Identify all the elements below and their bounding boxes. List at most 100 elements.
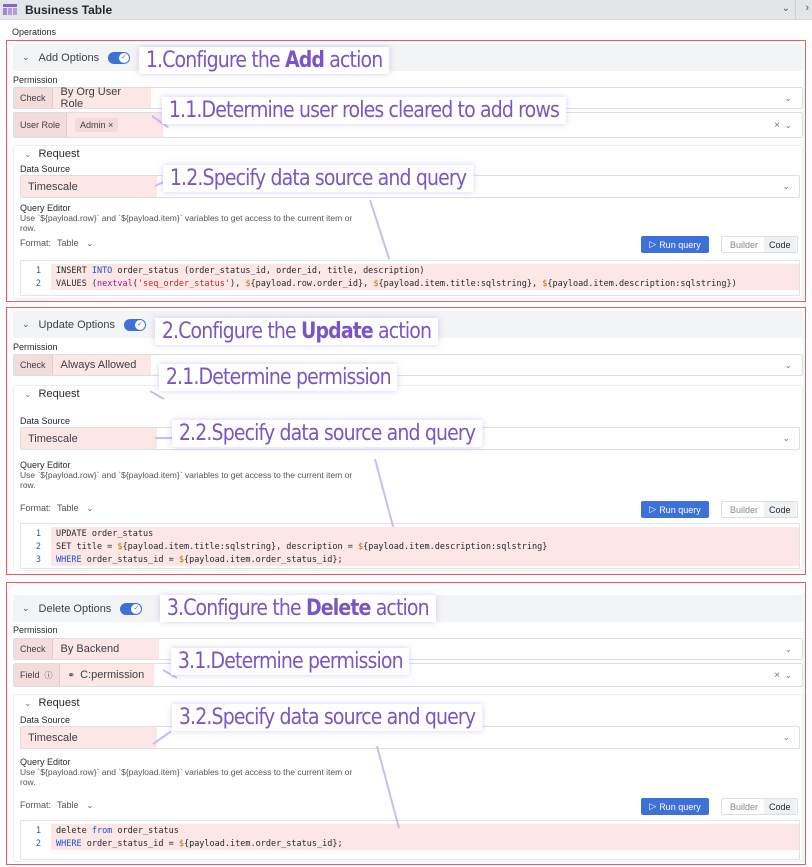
query-editor-title: Query Editor [20,203,71,213]
data-source-value: Timescale [21,428,157,449]
chevron-down-icon[interactable]: ⌄ [784,360,792,371]
callout-text: action [324,48,383,73]
check-value: Always Allowed [52,355,151,375]
chevron-right-icon[interactable]: › [805,2,809,14]
run-query-label: Run query [659,504,701,515]
query-editor-title: Query Editor [20,757,71,767]
code-text: WHERE order_status_id = $ {payload.item.o… [51,837,799,850]
data-source-value: Timescale [21,727,157,748]
code-mode-button[interactable]: Code [764,799,796,814]
window-titlebar: Business Table ⌄ › [0,0,812,20]
line-number: 1 [35,825,41,836]
request-header[interactable]: ⌄ Request [24,388,80,400]
check-label: Check [14,355,53,375]
callout-text: 1.Configure the [145,48,285,73]
add-options-header[interactable]: ⌄ Add Options ✓ [13,44,803,71]
clear-icon[interactable]: × [774,670,780,681]
request-header[interactable]: ⌄ Request [24,697,80,709]
code-line: 1 delete from order_status [21,824,799,837]
code-editor[interactable]: 1 UPDATE order_status 2 SET title = $ {payl… [20,523,800,569]
chevron-down-icon[interactable]: ⌄ [22,603,30,614]
chevron-down-icon[interactable]: ⌄ [784,93,792,104]
request-label: Request [38,148,80,160]
line-number: 1 [35,265,41,276]
format-value: Table [57,238,79,248]
code-text: INSERT INTO order_status (order_status_i… [51,264,799,277]
window-title: Business Table [25,2,113,17]
chevron-down-icon: ⌄ [24,149,32,159]
chevron-down-icon[interactable]: ⌄ [782,181,790,192]
chevron-down-icon[interactable]: ⌄ [784,120,792,131]
delete-enabled-toggle[interactable]: ✓ [120,602,143,615]
code-editor[interactable]: 1 delete from order_status 2 WHERE order_s… [20,820,800,860]
editor-mode-toggle[interactable]: Builder Code [721,501,798,518]
data-source-value: Timescale [21,176,157,197]
user-role-label: User Role [14,113,68,137]
run-query-button[interactable]: ▷ Run query [641,501,709,518]
code-text: VALUES (nextval('seq_order_status'), $ {p… [51,277,799,290]
query-editor-description: Use `${payload.row}` and `${payload.item… [20,767,353,787]
check-value: By Backend [52,639,159,659]
field-value-text: C:permission [80,669,145,681]
permission-label: Permission [13,75,58,85]
chevron-down-icon[interactable]: ⌄ [782,732,790,743]
format-label: Format: [20,800,52,810]
code-editor[interactable]: 1 INSERT INTO order_status (order_status_… [20,260,800,296]
check-select[interactable]: Check Always Allowed ⌄ [13,354,803,376]
format-select[interactable]: Format: Table ⌄ [20,503,93,513]
builder-mode-button[interactable]: Builder [722,802,764,812]
divider [795,0,796,20]
update-enabled-toggle[interactable]: ✓ [123,318,146,331]
callout-bold: Update [300,319,374,344]
format-value: Table [57,800,79,810]
request-header[interactable]: ⌄ Request [24,148,80,160]
code-text: WHERE order_status_id = $ {payload.item.o… [51,553,799,566]
code-mode-button[interactable]: Code [764,502,796,517]
clear-icon[interactable]: × [774,120,780,131]
line-number: 2 [35,278,41,289]
code-line: 3 WHERE order_status_id = $ {payload.item.… [21,553,799,566]
request-panel: ⌄ Request Data Source Timescale ⌄ Query E… [13,385,803,571]
run-query-button[interactable]: ▷ Run query [641,236,709,253]
line-number: 3 [35,554,41,565]
editor-mode-toggle[interactable]: Builder Code [721,236,798,253]
play-icon: ▷ [649,504,657,514]
section-title: Update Options [38,318,115,331]
info-icon[interactable]: ⓘ [45,670,53,681]
chevron-down-icon: ⌄ [86,801,94,810]
check-label: Check [14,88,53,108]
check-icon: ✓ [119,52,130,63]
play-icon: ▷ [649,239,657,249]
data-source-label: Data Source [20,715,71,725]
callout-text: action [370,596,430,621]
format-label: Format: [20,503,52,513]
format-value: Table [57,503,79,513]
line-number: 1 [35,528,41,539]
chevron-down-icon[interactable]: ⌄ [784,670,792,681]
query-editor-description: Use `${payload.row}` and `${payload.item… [20,213,353,233]
close-icon[interactable]: × [108,120,113,130]
chip-label: Admin [80,120,106,130]
section-title: Delete Options [38,602,112,615]
editor-mode-toggle[interactable]: Builder Code [721,798,798,815]
request-label: Request [38,697,80,709]
chevron-down-icon[interactable]: ⌄ [22,319,30,330]
chevron-down-icon[interactable]: ⌄ [22,52,30,63]
data-source-label: Data Source [20,416,71,426]
chevron-down-icon[interactable]: ⌄ [782,433,790,444]
format-select[interactable]: Format: Table ⌄ [20,238,93,248]
chevron-down-icon[interactable]: ⌄ [782,3,790,14]
format-select[interactable]: Format: Table ⌄ [20,800,93,810]
table-icon [3,4,17,15]
run-query-button[interactable]: ▷ Run query [641,798,709,815]
add-enabled-toggle[interactable]: ✓ [108,51,131,64]
callout-update-action: 2.Configure the Update action [155,318,439,345]
builder-mode-button[interactable]: Builder [722,505,764,515]
chevron-down-icon[interactable]: ⌄ [784,644,792,655]
builder-mode-button[interactable]: Builder [722,240,764,250]
callout-delete-request: 3.2.Specify data source and query [172,704,483,731]
callout-bold: Add [284,48,325,73]
callout-add-action: 1.Configure the Add action [139,47,390,74]
role-chip[interactable]: Admin × [75,118,119,132]
code-mode-button[interactable]: Code [764,237,796,252]
